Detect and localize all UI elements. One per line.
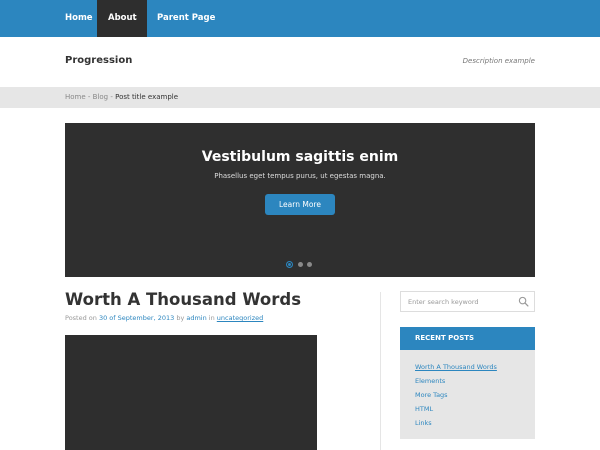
chevron-down-icon: ⌄ [132, 14, 138, 22]
post-category-link[interactable]: uncategorized [217, 314, 263, 322]
breadcrumb: Home - Blog - Post title example [0, 87, 600, 108]
recent-post-link[interactable]: More Tags [415, 388, 497, 402]
breadcrumb-separator: - [85, 93, 93, 101]
slider-dot-2[interactable] [298, 262, 303, 267]
top-navigation: Home About ⌄ Parent Page [0, 0, 600, 37]
nav-parent-page[interactable]: Parent Page [157, 0, 215, 37]
site-title[interactable]: Progression [65, 55, 132, 66]
content-divider [380, 292, 381, 450]
breadcrumb-current: Post title example [115, 93, 179, 101]
recent-post-link[interactable]: Links [415, 416, 497, 430]
post-meta: Posted on 30 of September, 2013 by admin… [65, 314, 263, 322]
recent-post-link[interactable]: Elements [415, 374, 497, 388]
meta-prefix: Posted on [65, 314, 99, 322]
search-icon[interactable] [518, 296, 529, 307]
hero-slider: Vestibulum sagittis enim Phasellus eget … [65, 123, 535, 277]
recent-posts-list: Worth A Thousand Words Elements More Tag… [415, 360, 497, 430]
slide-title: Vestibulum sagittis enim [201, 149, 399, 165]
meta-in: in [206, 314, 217, 322]
nav-about[interactable]: About ⌄ [97, 0, 147, 37]
recent-posts-heading: RECENT POSTS [400, 327, 535, 350]
learn-more-button[interactable]: Learn More [265, 194, 335, 215]
meta-by: by [174, 314, 187, 322]
search-widget [400, 291, 535, 312]
recent-post-link[interactable]: Worth A Thousand Words [415, 360, 497, 374]
site-header: Progression Description example [0, 37, 600, 87]
recent-post-link[interactable]: HTML [415, 402, 497, 416]
breadcrumb-blog[interactable]: Blog [93, 93, 108, 101]
site-description: Description example [462, 57, 535, 65]
search-input[interactable] [401, 292, 513, 311]
recent-posts-widget: Worth A Thousand Words Elements More Tag… [400, 350, 535, 439]
post-date-link[interactable]: 30 of September, 2013 [99, 314, 174, 322]
slider-dot-3[interactable] [307, 262, 312, 267]
post-title[interactable]: Worth A Thousand Words [65, 290, 301, 309]
slide-text: Phasellus eget tempus purus, ut egestas … [214, 172, 386, 180]
nav-home[interactable]: Home [65, 0, 93, 37]
post-featured-image [65, 335, 317, 450]
post-author-link[interactable]: admin [186, 314, 206, 322]
breadcrumb-home[interactable]: Home [65, 93, 86, 101]
slider-dot-1[interactable] [286, 261, 293, 268]
